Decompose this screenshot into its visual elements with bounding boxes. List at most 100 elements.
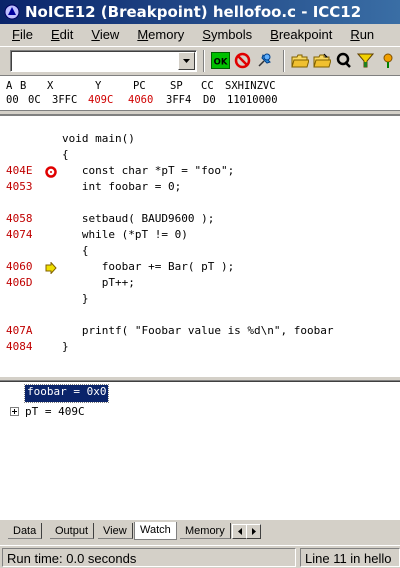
- chevron-left-icon: [237, 528, 242, 535]
- tab-scroll-right-button[interactable]: [246, 524, 261, 539]
- source-line[interactable]: 406D pT++;: [0, 276, 400, 292]
- combo-dropdown-button[interactable]: [178, 51, 196, 70]
- register-value[interactable]: 4060: [128, 93, 166, 107]
- source-code: const char *pT = "foo";: [62, 164, 235, 177]
- filter-button[interactable]: [356, 50, 376, 71]
- register-header: CC: [201, 80, 214, 92]
- source-line[interactable]: {: [0, 148, 400, 164]
- source-line[interactable]: 4058 setbaud( BAUD9600 );: [0, 212, 400, 228]
- open-folder-button[interactable]: [290, 50, 310, 71]
- source-code: {: [62, 244, 89, 257]
- menu-label: ile: [19, 26, 33, 42]
- source-code: {: [62, 148, 69, 161]
- source-address: 4053: [6, 180, 33, 193]
- status-location: Line 11 in hello: [300, 547, 400, 567]
- ok-icon: OK: [210, 52, 230, 69]
- source-line[interactable]: 4084}: [0, 340, 400, 356]
- register-panel: A B X Y PC SP CC SXHINZVC 00 0C 3FFC 409C 4060 3FF4 D…: [0, 75, 400, 111]
- register-header-row: A B X Y PC SP CC SXHINZVC: [6, 79, 400, 93]
- source-code: void main(): [62, 132, 135, 145]
- menu-accelerator: F: [12, 26, 20, 42]
- source-code: int foobar = 0;: [62, 180, 182, 193]
- source-address: 4060: [6, 260, 33, 273]
- watch-item-pt[interactable]: pT = 409C: [10, 403, 85, 420]
- source-line[interactable]: 4060 foobar += Bar( pT );: [0, 260, 400, 276]
- source-code: }: [62, 340, 69, 353]
- menu-label: dit: [59, 26, 74, 42]
- source-code: foobar += Bar( pT );: [62, 260, 235, 273]
- watch-window[interactable]: foobar = 0x0 pT = 409C: [0, 381, 400, 520]
- ok-label: OK: [214, 58, 228, 68]
- register-value[interactable]: 3FFC: [52, 93, 88, 107]
- breakpoint-icon[interactable]: [45, 166, 57, 178]
- register-value[interactable]: 3FF4: [166, 93, 203, 107]
- menu-label: reakpoint: [278, 26, 333, 42]
- source-line[interactable]: void main(): [0, 132, 400, 148]
- symbol-combo[interactable]: [10, 49, 198, 72]
- pin-icon: [258, 53, 272, 67]
- source-line[interactable]: 4074 while (*pT != 0): [0, 228, 400, 244]
- tab-view[interactable]: View: [98, 523, 133, 539]
- open-folder-2-button[interactable]: [312, 50, 332, 71]
- tab-data[interactable]: Data: [8, 523, 43, 539]
- menu-bar: File Edit View Memory Symbols Breakpoint Run: [0, 24, 400, 44]
- source-code: pT++;: [62, 276, 135, 289]
- source-line[interactable]: {: [0, 244, 400, 260]
- tab-strip: Data Output View Watch Memory: [0, 520, 400, 544]
- register-value-row: 00 0C 3FFC 409C 4060 3FF4 D0 11010000: [6, 93, 400, 107]
- menu-label: iew: [99, 26, 120, 42]
- menu-run[interactable]: Run: [338, 27, 380, 42]
- tab-watch[interactable]: Watch: [134, 522, 177, 540]
- tab-memory[interactable]: Memory: [180, 523, 231, 539]
- menu-accelerator: S: [202, 26, 211, 42]
- window-title: NoICE12 (Breakpoint) hellofoo.c - ICC12: [25, 3, 362, 21]
- register-value[interactable]: D0: [203, 93, 227, 107]
- source-address: 4058: [6, 212, 33, 225]
- register-value[interactable]: 409C: [88, 93, 128, 107]
- menu-edit[interactable]: Edit: [39, 27, 79, 42]
- open-folder-icon: [291, 54, 309, 67]
- status-bar: Run time: 0.0 seconds Line 11 in hello: [0, 545, 400, 568]
- status-run-time: Run time: 0.0 seconds: [2, 547, 296, 567]
- register-header: PC: [133, 80, 146, 92]
- tab-scroll-left-button[interactable]: [232, 524, 247, 539]
- pin-button[interactable]: [255, 50, 275, 71]
- chevron-down-icon: [183, 58, 191, 63]
- register-value[interactable]: 00: [6, 93, 28, 107]
- source-address: 4084: [6, 340, 33, 353]
- source-code: while (*pT != 0): [62, 228, 188, 241]
- register-header: Y: [95, 80, 102, 92]
- stop-button[interactable]: [233, 50, 253, 71]
- menu-view[interactable]: View: [79, 27, 125, 42]
- expand-plus-icon[interactable]: [10, 407, 19, 416]
- menu-memory[interactable]: Memory: [125, 27, 190, 42]
- tab-output[interactable]: Output: [50, 523, 95, 539]
- ok-button[interactable]: OK: [210, 50, 230, 71]
- flower-button[interactable]: [378, 50, 398, 71]
- menu-breakpoint[interactable]: Breakpoint: [258, 27, 338, 42]
- query-button[interactable]: [334, 50, 354, 71]
- source-line[interactable]: }: [0, 292, 400, 308]
- source-line[interactable]: [0, 308, 400, 324]
- toolbar: OK: [0, 46, 400, 74]
- menu-symbols[interactable]: Symbols: [190, 27, 258, 42]
- source-line[interactable]: 404E const char *pT = "foo";: [0, 164, 400, 180]
- register-value[interactable]: 11010000: [227, 93, 278, 107]
- app-icon[interactable]: [4, 4, 20, 20]
- source-line[interactable]: [0, 196, 400, 212]
- source-address: 406D: [6, 276, 33, 289]
- source-line[interactable]: 407A printf( "Foobar value is %d\n", foo…: [0, 324, 400, 340]
- watch-item-foobar[interactable]: foobar = 0x0: [23, 384, 110, 403]
- filter-icon: [357, 53, 375, 68]
- menu-file[interactable]: File: [0, 27, 39, 42]
- toolbar-separator: [282, 49, 285, 72]
- source-line[interactable]: 4053 int foobar = 0;: [0, 180, 400, 196]
- watch-item-label: pT = 409C: [25, 405, 85, 418]
- menu-accelerator: B: [270, 26, 279, 42]
- register-header: A: [6, 80, 13, 92]
- toolbar-separator: [203, 49, 206, 72]
- register-value[interactable]: 0C: [28, 93, 52, 107]
- source-window[interactable]: void main() {404E const char *pT = "foo";…: [0, 114, 400, 376]
- flower-icon: [383, 53, 393, 68]
- menu-label: ymbols: [210, 26, 253, 42]
